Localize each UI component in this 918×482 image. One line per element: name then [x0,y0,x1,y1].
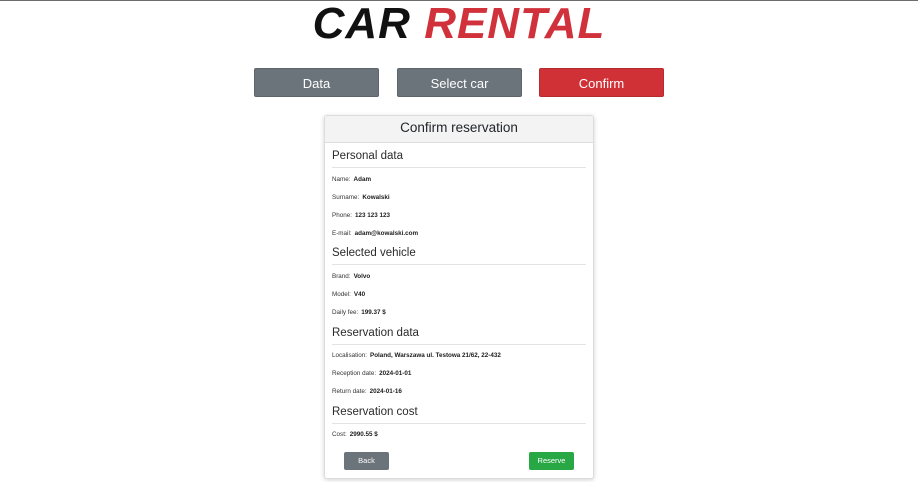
localisation-row: Localisation: Poland, Warszawa ul. Testow… [332,352,501,359]
return-date-value: 2024-01-16 [369,388,402,395]
return-date-row: Return date: 2024-01-16 [332,388,402,395]
confirm-reservation-card: Confirm reservation Personal data Name: A… [324,115,594,479]
car-rental-logo: CAR RENTAL [0,2,918,46]
personal-data-heading: Personal data [332,150,586,168]
cost-label: Cost: [332,431,347,438]
back-button[interactable]: Back [344,452,389,470]
brand-label: Brand: [332,273,351,280]
logo-word-car: CAR [312,0,411,48]
daily-fee-label: Daily fee: [332,309,359,316]
return-date-label: Return date: [332,388,367,395]
card-title: Confirm reservation [325,116,593,143]
reserve-button[interactable]: Reserve [529,452,574,470]
email-value: adam@kowalski.com [354,230,419,237]
brand-value: Volvo [353,273,371,280]
reception-date-value: 2024-01-01 [379,370,412,377]
step-data-button[interactable]: Data [254,68,379,97]
email-label: E-mail: [332,230,352,237]
step-select-car-button[interactable]: Select car [397,68,522,97]
reception-date-label: Reception date: [332,370,377,377]
reservation-data-heading: Reservation data [332,327,586,345]
step-navigation: Data Select car Confirm [254,68,664,97]
name-value: Adam [353,176,372,183]
email-row: E-mail: adam@kowalski.com [332,230,418,237]
logo-word-rental: RENTAL [424,0,606,48]
daily-fee-value: 199.37 $ [361,309,386,316]
reservation-cost-heading: Reservation cost [332,406,586,424]
reception-date-row: Reception date: 2024-01-01 [332,370,411,377]
cost-value: 2990.55 $ [349,431,378,438]
selected-vehicle-heading: Selected vehicle [332,247,586,265]
localisation-label: Localisation: [332,352,368,359]
brand-row: Brand: Volvo [332,273,370,280]
cost-row: Cost: 2990.55 $ [332,431,378,438]
phone-label: Phone: [332,212,352,219]
phone-row: Phone: 123 123 123 [332,212,390,219]
surname-label: Surname: [332,194,360,201]
model-label: Model: [332,291,351,298]
model-row: Model: V40 [332,291,365,298]
surname-value: Kowalski [362,194,390,201]
model-value: V40 [353,291,366,298]
step-confirm-button[interactable]: Confirm [539,68,664,97]
name-label: Name: [332,176,351,183]
phone-value: 123 123 123 [354,212,390,219]
surname-row: Surname: Kowalski [332,194,390,201]
name-row: Name: Adam [332,176,371,183]
daily-fee-row: Daily fee: 199.37 $ [332,309,386,316]
localisation-value: Poland, Warszawa ul. Testowa 21/62, 22-4… [370,352,501,359]
